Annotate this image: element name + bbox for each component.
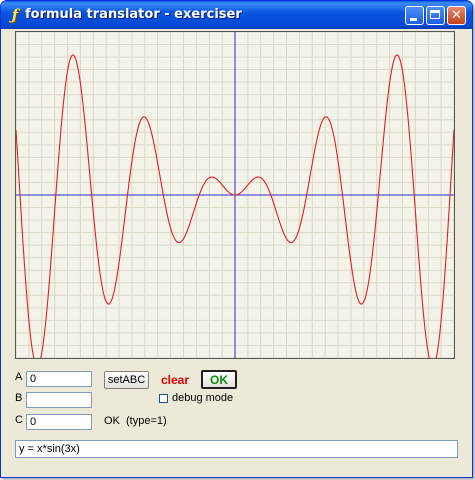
ok-button[interactable]: OK bbox=[201, 370, 237, 389]
b-input[interactable] bbox=[26, 392, 92, 408]
close-button[interactable]: ✕ bbox=[447, 6, 466, 25]
b-label: B bbox=[15, 392, 23, 404]
debug-mode-checkbox[interactable] bbox=[159, 394, 168, 403]
c-input[interactable] bbox=[26, 414, 92, 430]
status-text: OK (type=1) bbox=[104, 415, 167, 427]
formula-input[interactable]: y = x*sin(3x) bbox=[15, 440, 458, 458]
clear-button[interactable]: clear bbox=[158, 371, 192, 389]
function-plot bbox=[15, 31, 455, 359]
plot-canvas bbox=[16, 32, 454, 358]
app-icon: ƒ bbox=[11, 6, 19, 24]
maximize-button[interactable] bbox=[426, 6, 445, 25]
debug-mode-label: debug mode bbox=[172, 392, 234, 404]
close-icon: ✕ bbox=[451, 8, 462, 23]
title-bar[interactable]: ƒ formula translator - exerciser ✕ bbox=[1, 1, 472, 29]
a-input[interactable] bbox=[26, 371, 92, 387]
a-label: A bbox=[15, 371, 23, 383]
minimize-button[interactable] bbox=[405, 6, 424, 25]
maximize-icon bbox=[430, 10, 440, 19]
window-title: formula translator - exerciser bbox=[25, 7, 242, 22]
app-window: ƒ formula translator - exerciser ✕ A B C… bbox=[0, 0, 473, 478]
c-label: C bbox=[15, 414, 23, 426]
minimize-icon bbox=[410, 18, 417, 21]
setabc-button[interactable]: setABC bbox=[104, 371, 149, 389]
